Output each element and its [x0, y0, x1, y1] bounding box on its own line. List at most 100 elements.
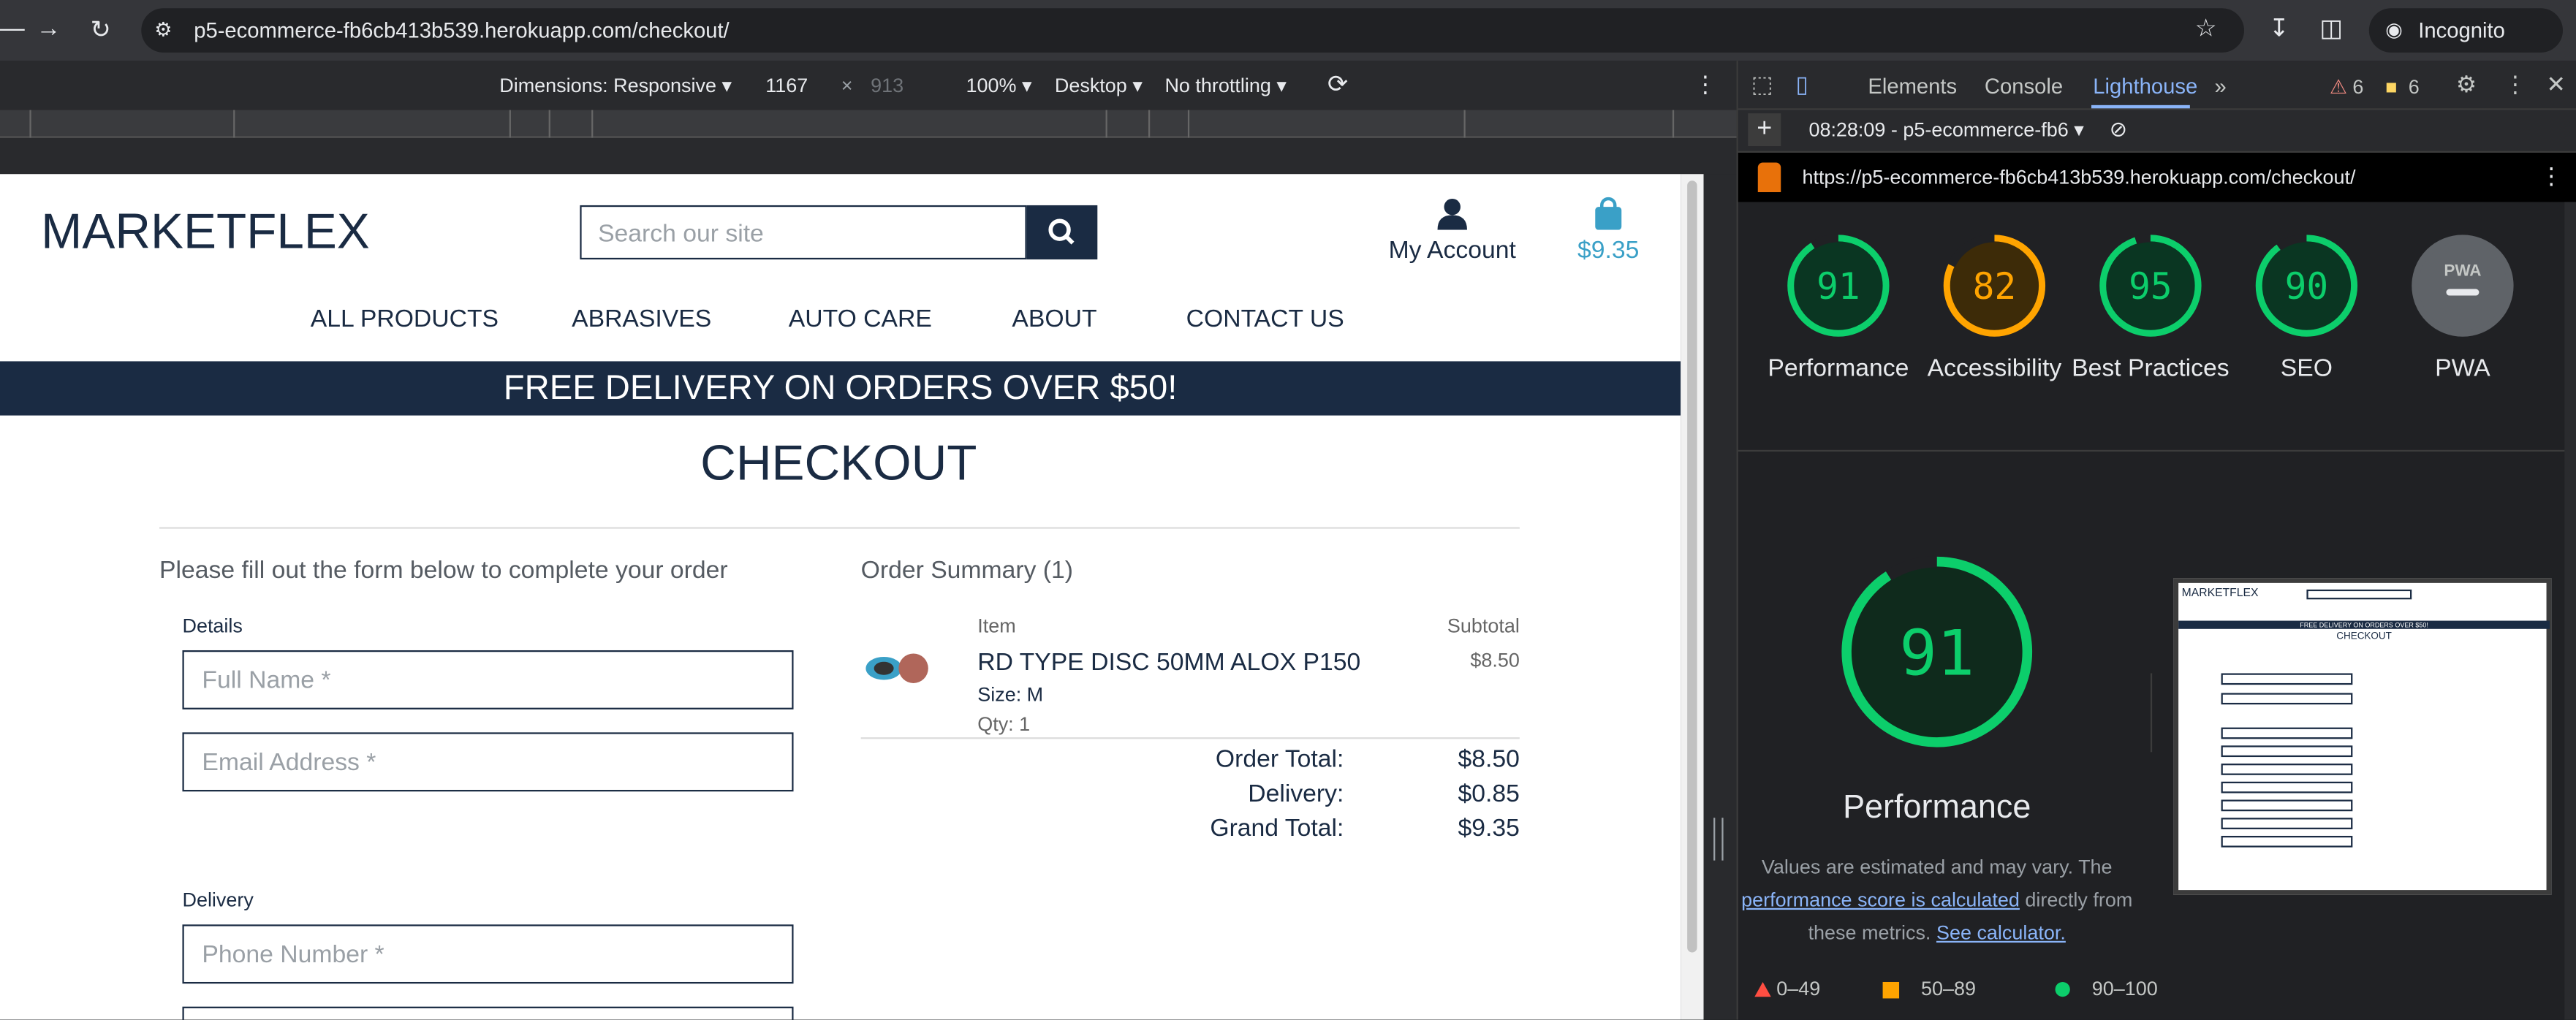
new-report-icon[interactable]: +	[1748, 113, 1781, 147]
tab-console[interactable]: Console	[1985, 74, 2063, 99]
side-panel-icon[interactable]: ◫	[2319, 13, 2343, 42]
thumb-field	[2221, 818, 2353, 829]
report-menu-icon[interactable]: ⋮	[2540, 162, 2563, 190]
dimensions-dropdown[interactable]: Dimensions: Responsive ▾	[499, 74, 732, 96]
score-gauge-3[interactable]: 90	[2240, 225, 2373, 340]
delivery-value: $0.85	[1458, 780, 1520, 808]
search-button[interactable]	[1026, 205, 1098, 260]
height-input[interactable]: 913	[871, 74, 904, 96]
nav-abrasives[interactable]: ABRASIVES	[572, 305, 711, 333]
nav-about[interactable]: ABOUT	[1012, 305, 1096, 333]
report-url[interactable]: https://p5-ecommerce-fb6cb413b539.heroku…	[1802, 166, 2355, 189]
pwa-dash-icon	[2446, 289, 2480, 296]
rotate-icon[interactable]: ⟳	[1327, 69, 1348, 99]
account-label: My Account	[1388, 236, 1516, 264]
more-tabs-icon[interactable]: »	[2215, 74, 2227, 99]
page-screenshot-thumbnail[interactable]: MARKETFLEX FREE DELIVERY ON ORDERS OVER …	[2173, 578, 2552, 895]
score-gauge-1[interactable]: 82	[1931, 225, 2058, 340]
download-icon[interactable]: ↧	[2269, 13, 2289, 42]
score-gauge-2[interactable]: 95	[2091, 226, 2211, 340]
site-info-icon[interactable]: ⚙	[154, 18, 172, 41]
zoom-dropdown[interactable]: 100% ▾	[966, 74, 1032, 96]
device-dropdown[interactable]: Desktop ▾	[1055, 74, 1143, 96]
item-header: Item	[977, 614, 1016, 638]
item-name[interactable]: RD TYPE DISC 50MM ALOX P150	[977, 649, 1360, 677]
thumb-field	[2221, 673, 2353, 685]
nav-all-products[interactable]: ALL PRODUCTS	[311, 305, 499, 333]
nav-auto-care[interactable]: AUTO CARE	[789, 305, 932, 333]
score-gauge-4[interactable]: PWA	[2412, 235, 2514, 337]
reload-icon[interactable]: ↻	[91, 15, 111, 44]
accessibility-label[interactable]: Accessibility	[1912, 353, 2077, 386]
thumb-field	[2221, 693, 2353, 705]
phone-field[interactable]: Phone Number *	[182, 924, 794, 984]
times-label: ×	[841, 74, 853, 97]
desc-line-1: Values are estimated and may vary. The	[1761, 855, 2113, 879]
search-icon	[1048, 218, 1075, 245]
legend-fail: 0–49	[1754, 977, 1820, 1000]
product-image[interactable]	[861, 647, 936, 698]
warning-icon[interactable]: ⚠	[2330, 75, 2347, 98]
square-icon	[1882, 981, 1900, 999]
gauge-score-text: 91	[1817, 265, 1860, 308]
tab-elements[interactable]: Elements	[1868, 74, 1957, 99]
grand-total-value: $9.35	[1458, 814, 1520, 842]
report-selector[interactable]: 08:28:09 - p5-ecommerce-fb6 ▾	[1808, 118, 2083, 141]
delivery-heading: Delivery	[182, 888, 254, 912]
device-toggle-icon[interactable]: ▯	[1795, 71, 1808, 99]
issue-count: 6	[2408, 75, 2420, 99]
legend-pass-label: 90–100	[2091, 977, 2158, 1000]
best-practices-label[interactable]: Best Practices	[2069, 353, 2233, 386]
seo-label[interactable]: SEO	[2224, 353, 2389, 386]
page-scrollbar[interactable]	[1681, 174, 1704, 1020]
triangle-icon	[1754, 982, 1771, 997]
next-field[interactable]	[182, 1006, 794, 1020]
details-heading: Details	[182, 614, 243, 638]
search-input[interactable]: Search our site	[580, 205, 1027, 260]
site-logo[interactable]: MARKETFLEX	[41, 205, 370, 261]
item-subtotal: $8.50	[1470, 648, 1520, 672]
thumb-title: CHECKOUT	[2336, 632, 2392, 642]
devtools-panel: ⬚ ▯ Elements Console Lighthouse » ⚠ 6 ■ …	[1736, 61, 2576, 1020]
bookmark-star-icon[interactable]: ☆	[2195, 13, 2217, 42]
full-name-field[interactable]: Full Name *	[182, 650, 794, 709]
devtools-menu-icon[interactable]: ⋮	[2504, 71, 2526, 99]
inspect-icon[interactable]: ⬚	[1751, 71, 1773, 99]
lighthouse-toolbar: + 08:28:09 - p5-ecommerce-fb6 ▾ ⊘	[1738, 110, 2576, 153]
cart-link[interactable]: $9.35	[1572, 197, 1645, 264]
score-gauge-0[interactable]: 91	[1773, 225, 1904, 340]
devtools-scrollbar[interactable]	[2564, 202, 2576, 1020]
nav-contact-us[interactable]: CONTACT US	[1186, 305, 1344, 333]
grand-total-label: Grand Total:	[1210, 814, 1344, 842]
clear-reports-icon[interactable]: ⊘	[2110, 117, 2128, 143]
more-options-icon[interactable]: ⋮	[1694, 71, 1716, 99]
account-link[interactable]: My Account	[1388, 197, 1516, 264]
forward-icon[interactable]: →	[36, 15, 61, 42]
back-icon[interactable]: —	[0, 15, 25, 42]
issue-icon[interactable]: ■	[2385, 75, 2397, 98]
thumb-logo: MARKETFLEX	[2181, 587, 2259, 600]
resize-handle[interactable]	[1713, 818, 1724, 861]
close-devtools-icon[interactable]: ✕	[2547, 71, 2566, 99]
legend-average: 50–89	[1882, 977, 1976, 1000]
throttling-label: No throttling	[1164, 74, 1271, 97]
email-field[interactable]: Email Address *	[182, 732, 794, 792]
performance-label[interactable]: Performance	[1757, 353, 1921, 386]
active-tab-indicator	[2091, 104, 2190, 109]
thumb-search	[2306, 589, 2412, 600]
order-total-value: $8.50	[1458, 745, 1520, 774]
throttling-dropdown[interactable]: No throttling ▾	[1164, 74, 1286, 96]
scrollbar-thumb[interactable]	[1687, 180, 1697, 953]
gauge-score-text: 95	[2129, 265, 2172, 308]
score-calculated-link[interactable]: performance score is calculated	[1741, 888, 2020, 911]
desc-line-3: these metrics.	[1808, 921, 1931, 945]
desc-line-2: directly from	[2025, 888, 2133, 912]
device-label: Desktop	[1054, 74, 1127, 97]
settings-gear-icon[interactable]: ⚙	[2456, 71, 2477, 99]
see-calculator-link[interactable]: See calculator.	[1936, 921, 2066, 944]
tab-lighthouse[interactable]: Lighthouse	[2093, 74, 2197, 99]
pwa-label[interactable]: PWA	[2381, 353, 2545, 386]
totals-values: $8.50 $0.85 $9.35	[1388, 742, 1520, 846]
item-qty: Qty: 1	[977, 712, 1031, 736]
width-input[interactable]: 1167	[765, 74, 808, 96]
